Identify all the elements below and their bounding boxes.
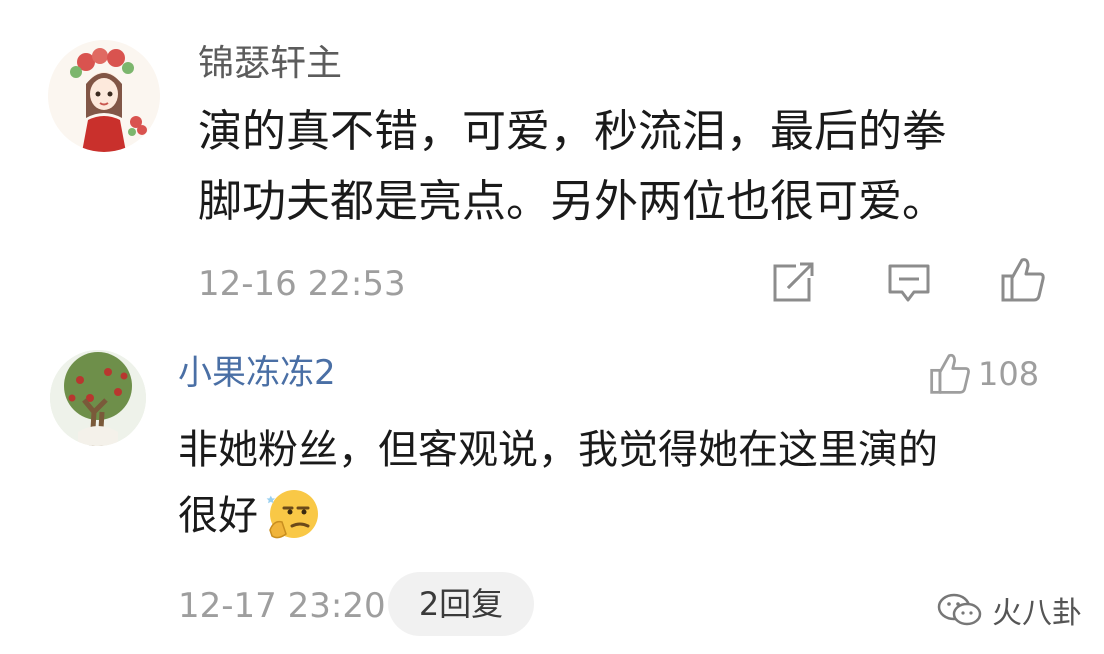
avatar-user1-illustration [48, 40, 160, 152]
avatar-user2[interactable] [50, 350, 146, 446]
watermark: 火八卦 [936, 588, 1082, 632]
like-icon[interactable] [1000, 256, 1046, 308]
comment-text-line: 脚功夫都是亮点。另外两位也很可爱。 [198, 176, 946, 227]
timestamp-row: 12-17 23:20 · [178, 584, 406, 628]
comment-icon[interactable] [886, 262, 932, 308]
wechat-icon [937, 593, 982, 626]
share-icon[interactable] [772, 260, 818, 308]
comment-text-line: 演的真不错，可爱，秒流泪，最后的拳 [198, 106, 946, 157]
username-user1[interactable]: 锦瑟轩主 [198, 40, 342, 88]
like-button-user2[interactable]: 108 [928, 352, 1039, 396]
watermark-text: 火八卦 [992, 596, 1082, 631]
timestamp: 12-17 23:20 [178, 586, 386, 626]
comment-text-line: 很好 [178, 493, 258, 539]
timestamp: 12-16 22:53 [198, 264, 406, 304]
username-user2[interactable]: 小果冻冻2 [178, 350, 336, 396]
comment-text-line: 非她粉丝，但客观说，我觉得她在这里演的 [178, 427, 938, 473]
avatar-user2-illustration [50, 350, 146, 446]
comment-text-line-with-emoji: 很好 [178, 486, 320, 546]
like-count: 108 [978, 355, 1040, 393]
replies-button[interactable]: 2回复 [388, 572, 534, 636]
like-icon [930, 353, 970, 394]
thinking-face-emoji [264, 486, 320, 546]
avatar-user1[interactable] [48, 40, 160, 152]
